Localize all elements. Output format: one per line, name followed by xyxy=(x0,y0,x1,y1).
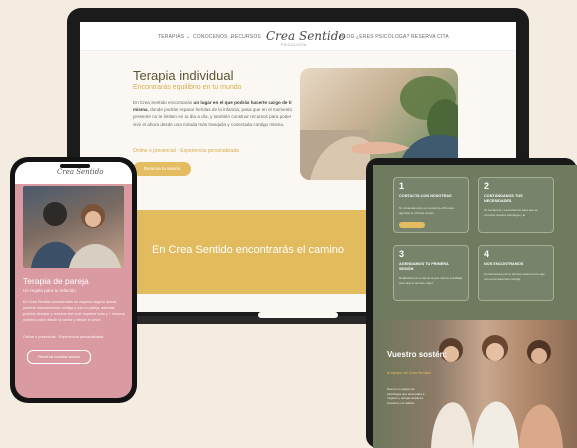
hero-paragraph-start: En Crea Sentido encontrarás xyxy=(133,100,194,105)
phone-title: Terapia de pareja xyxy=(23,276,89,286)
team-title: Vuestro sostén: xyxy=(387,350,448,359)
nav-item-eres-psicologa[interactable]: ¿ERES PSICÓLOGA? xyxy=(356,34,410,40)
step-card-2: 2 CONTÁNDANOS TUS NECESIDADES Te contamo… xyxy=(478,177,554,233)
nav-item-conocenos[interactable]: CONOCENOS ⌄ xyxy=(193,34,234,40)
hero-subtitle: Encontrarás equilibrio en tu mundo xyxy=(133,84,242,91)
step-card-text: Te contestaremos en menos de 24h para ag… xyxy=(399,206,454,215)
site-logo[interactable]: Crea Sentido xyxy=(266,29,346,43)
step-card-button[interactable] xyxy=(399,222,425,228)
phone-photo-illustration xyxy=(31,202,121,268)
phone-paragraph: En Crea Sentido encontraréis un espacio … xyxy=(23,300,125,322)
step-card-number: 1 xyxy=(399,181,405,191)
step-card-4: 4 NOS ENCONTRAMOS Comenzamos por tu prim… xyxy=(478,245,554,301)
team-subtitle: el equipo de Crea Sentido xyxy=(387,371,431,375)
phone-subtitle: Un regalo para tu relación xyxy=(23,288,76,293)
nav-item-terapias[interactable]: TERAPIAS ⌄ xyxy=(158,34,190,40)
team-paragraph: Somos un equipo de psicólogas que acompa… xyxy=(387,387,425,405)
hero-paragraph-end: , donde podrás reparar heridas de la inf… xyxy=(133,107,293,127)
laptop-notch xyxy=(258,312,338,318)
step-card-title: AGENDAMOS TU PRIMERA SESIÓN xyxy=(399,262,449,271)
step-card-number: 3 xyxy=(399,249,405,259)
nav-item-blog[interactable]: BLOG xyxy=(340,34,355,40)
step-card-title: CONTÁNDANOS TUS NECESIDADES xyxy=(484,194,523,203)
reserve-session-button[interactable]: Reserva tu sesión xyxy=(133,162,191,176)
phone-reserve-button[interactable]: Reserva vuestra sesión xyxy=(27,350,91,364)
step-card-title: NOS ENCONTRAMOS xyxy=(484,262,524,266)
laptop-navbar: TERAPIAS ⌄ CONOCENOS ⌄ RECURSOS Crea Sen… xyxy=(80,22,516,51)
site-logo-sub: PSICOLOGÍA xyxy=(281,43,307,47)
band-text: En Crea Sentido encontrarás el camino xyxy=(152,244,344,256)
step-card-number: 2 xyxy=(484,181,490,191)
phone-couple-photo xyxy=(23,186,124,268)
nav-item-reserva-cita[interactable]: RESERVA CITA xyxy=(411,34,449,40)
nav-item-recursos[interactable]: RECURSOS xyxy=(231,34,261,40)
step-card-text: Comenzamos por tu primera sesión en la q… xyxy=(484,272,545,281)
hero-title: Terapia individual xyxy=(133,68,234,83)
step-card-title: CONTACTA CON NOSOTRAS xyxy=(399,194,452,198)
step-card-number: 4 xyxy=(484,249,490,259)
step-card-3: 3 AGENDAMOS TU PRIMERA SESIÓN Realizarem… xyxy=(393,245,469,301)
team-photo-illustration xyxy=(431,335,563,448)
phone-logo[interactable]: Crea Sentido xyxy=(57,168,103,176)
hero-paragraph: En Crea Sentido encontrarás un lugar en … xyxy=(133,99,293,128)
phone-speaker xyxy=(60,164,90,168)
team-photo xyxy=(373,320,577,448)
hero-links[interactable]: Online o presencial · Experiencia person… xyxy=(133,148,239,154)
step-card-text: Realizaremos tu cita en la que vamos a t… xyxy=(399,276,463,285)
phone-screen: Crea Sentido Terapia de pareja Un regalo… xyxy=(15,162,132,398)
step-card-text: Te contamos y escuchamos para que se con… xyxy=(484,208,538,217)
tablet-screen: 1 CONTACTA CON NOSOTRAS Te contestaremos… xyxy=(373,165,577,448)
step-card-1: 1 CONTACTA CON NOSOTRAS Te contestaremos… xyxy=(393,177,469,233)
phone-links[interactable]: Online o presencial · Experiencia person… xyxy=(23,334,103,340)
